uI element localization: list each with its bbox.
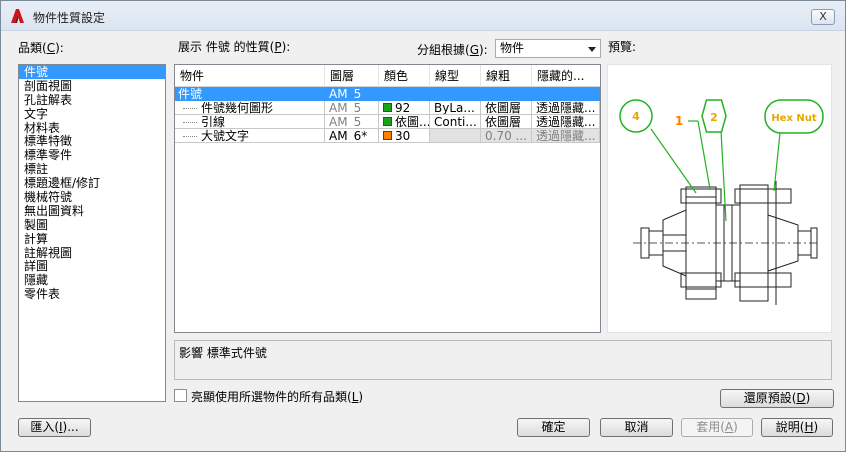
color-swatch bbox=[383, 117, 392, 126]
balloon-label: 2 bbox=[710, 111, 718, 124]
category-item[interactable]: 材料表 bbox=[19, 121, 165, 135]
category-item[interactable]: 標註 bbox=[19, 162, 165, 176]
cell-layer[interactable]: AM_5 bbox=[325, 101, 379, 115]
category-item[interactable]: 無出圖資料 bbox=[19, 204, 165, 218]
chevron-down-icon bbox=[588, 47, 596, 52]
category-item[interactable]: 剖面視圖 bbox=[19, 79, 165, 93]
close-button[interactable]: X bbox=[811, 9, 835, 25]
color-swatch bbox=[383, 131, 392, 140]
grid-header: 物件 圖層 顏色 線型 線粗 隱藏的... bbox=[175, 65, 600, 87]
category-item[interactable]: 標準零件 bbox=[19, 148, 165, 162]
cell-hidden bbox=[532, 87, 600, 101]
window-title: 物件性質設定 bbox=[33, 11, 106, 25]
cell-hidden[interactable]: 透過隱藏... bbox=[532, 115, 600, 129]
table-row[interactable]: 件號 AM_5 bbox=[175, 87, 600, 101]
cell-object: 引線 bbox=[175, 115, 325, 129]
group-by-value: 物件 bbox=[500, 41, 525, 55]
cell-object: 件號 bbox=[175, 87, 325, 101]
cell-layer: AM_5 bbox=[325, 87, 379, 101]
tree-connector bbox=[183, 108, 197, 109]
properties-label: 展示 件號 的性質(P): bbox=[178, 40, 291, 54]
highlight-all-categories-checkbox[interactable] bbox=[174, 389, 187, 402]
cell-layer[interactable]: AM_6* bbox=[325, 129, 379, 143]
column-header-layer[interactable]: 圖層 bbox=[325, 65, 379, 87]
color-swatch bbox=[383, 103, 392, 112]
cell-hidden[interactable]: 透過隱藏... bbox=[532, 129, 600, 143]
cell-object: 大號文字 bbox=[175, 129, 325, 143]
highlight-checkbox-label[interactable]: 亮顯使用所選物件的所有品類(L) bbox=[191, 388, 363, 405]
column-header-lineweight[interactable]: 線粗 bbox=[481, 65, 532, 87]
category-item[interactable]: 標準特徵 bbox=[19, 134, 165, 149]
reset-defaults-button[interactable]: 還原預設(D) bbox=[720, 389, 834, 408]
description-text: 影響 標準式件號 bbox=[179, 346, 267, 360]
category-item[interactable]: 標題邊框/修訂 bbox=[19, 176, 165, 190]
category-item[interactable]: 製圖 bbox=[19, 218, 165, 232]
categories-label: 品類(C): bbox=[18, 41, 64, 55]
ok-button[interactable]: 確定 bbox=[517, 418, 590, 437]
column-header-hidden[interactable]: 隱藏的... bbox=[532, 65, 600, 87]
cell-linetype bbox=[430, 129, 481, 143]
category-item[interactable]: 計算 bbox=[19, 232, 165, 246]
group-by-select[interactable]: 物件 bbox=[495, 39, 601, 58]
table-row[interactable]: 引線 AM_5 依圖... Conti... 依圖層 透過隱藏... bbox=[175, 115, 600, 129]
category-item[interactable]: 文字 bbox=[19, 107, 165, 121]
category-item[interactable]: 件號 bbox=[19, 65, 165, 79]
apply-button[interactable]: 套用(A) bbox=[681, 418, 753, 437]
description-box: 影響 標準式件號 bbox=[174, 340, 832, 380]
cell-linetype[interactable]: Conti... bbox=[430, 115, 481, 129]
cell-linetype[interactable]: ByLa... bbox=[430, 101, 481, 115]
cell-lineweight[interactable]: 依圖層 bbox=[481, 115, 532, 129]
title-bar: 物件性質設定 X bbox=[1, 1, 845, 31]
cell-lineweight[interactable]: 0.70 ... bbox=[481, 129, 532, 143]
cell-hidden[interactable]: 透過隱藏... bbox=[532, 101, 600, 115]
column-header-linetype[interactable]: 線型 bbox=[430, 65, 481, 87]
category-item[interactable]: 零件表 bbox=[19, 287, 165, 301]
cell-color[interactable]: 92 bbox=[379, 101, 430, 115]
cell-linetype bbox=[430, 87, 481, 101]
cell-object: 件號幾何圖形 bbox=[175, 101, 325, 115]
balloon-label: Hex Nut bbox=[771, 113, 817, 124]
properties-dialog: 物件性質設定 X 品類(C): 件號 剖面視圖 孔註解表 文字 材料表 標準特徵… bbox=[0, 0, 846, 452]
category-item[interactable]: 註解視圖 bbox=[19, 246, 165, 260]
cell-lineweight[interactable]: 依圖層 bbox=[481, 101, 532, 115]
preview-label: 預覽: bbox=[608, 40, 637, 54]
category-item[interactable]: 隱藏 bbox=[19, 273, 165, 287]
cancel-button[interactable]: 取消 bbox=[600, 418, 673, 437]
preview-panel: 4 1 2 Hex Nut bbox=[607, 64, 832, 333]
balloon-preview-drawing: 4 1 2 Hex Nut bbox=[619, 99, 824, 305]
autocad-app-icon bbox=[11, 9, 24, 23]
category-item[interactable]: 機械符號 bbox=[19, 190, 165, 204]
cell-color[interactable]: 30 bbox=[379, 129, 430, 143]
category-item[interactable]: 詳圖 bbox=[19, 259, 165, 274]
column-header-color[interactable]: 顏色 bbox=[379, 65, 430, 87]
table-row[interactable]: 大號文字 AM_6* 30 0.70 ... 透過隱藏... bbox=[175, 129, 600, 143]
tree-connector bbox=[183, 136, 197, 137]
balloon-label: 1 bbox=[675, 114, 683, 128]
properties-grid[interactable]: 物件 圖層 顏色 線型 線粗 隱藏的... 件號 AM_5 件號幾何圖形 AM_… bbox=[174, 64, 601, 333]
cell-color[interactable]: 依圖... bbox=[379, 115, 430, 129]
cell-color bbox=[379, 87, 430, 101]
column-header-object[interactable]: 物件 bbox=[175, 65, 325, 87]
import-button[interactable]: 匯入(I)... bbox=[18, 418, 91, 437]
categories-list[interactable]: 件號 剖面視圖 孔註解表 文字 材料表 標準特徵 標準零件 標註 標題邊框/修訂… bbox=[18, 64, 166, 402]
cell-layer[interactable]: AM_5 bbox=[325, 115, 379, 129]
tree-connector bbox=[183, 122, 197, 123]
table-row[interactable]: 件號幾何圖形 AM_5 92 ByLa... 依圖層 透過隱藏... bbox=[175, 101, 600, 115]
cell-lineweight bbox=[481, 87, 532, 101]
balloon-label: 4 bbox=[632, 110, 640, 123]
group-by-label: 分組根據(G): bbox=[417, 43, 488, 57]
help-button[interactable]: 說明(H) bbox=[761, 418, 833, 437]
category-item[interactable]: 孔註解表 bbox=[19, 93, 165, 107]
